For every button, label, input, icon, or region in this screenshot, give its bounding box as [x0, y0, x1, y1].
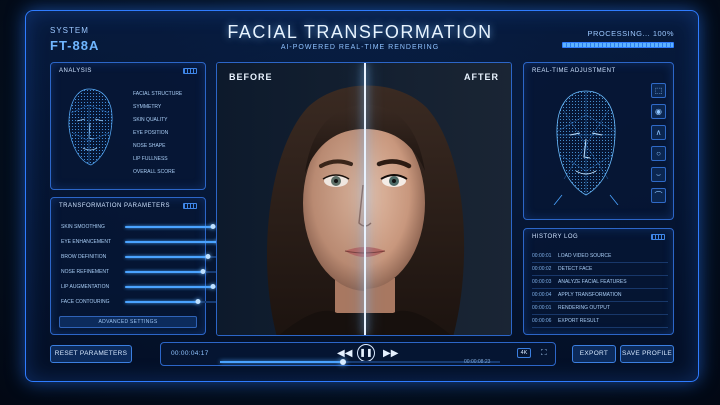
analysis-panel: ANALYSIS FACIAL STRUCTURE92.6%SYMMETRY89… [50, 62, 251, 190]
history-action: RENDERING OUTPUT [558, 305, 610, 311]
contour-icon[interactable]: ○ [651, 146, 666, 161]
param-label: FACE CONTOURING [61, 299, 110, 305]
param-slider-knob[interactable] [205, 254, 211, 259]
history-time: 00:00:06 [532, 318, 552, 324]
param-label: BROW DEFINITION [61, 254, 107, 260]
metric-label: SYMMETRY [133, 104, 162, 110]
comparison-divider[interactable] [364, 63, 366, 335]
history-time: 00:00:01 [532, 305, 552, 311]
history-panel: HISTORY LOG 00:00:01 LOAD VIDEO SOURCE 00:… [523, 228, 674, 335]
quality-badge[interactable]: 4K [517, 348, 531, 358]
param-slider-fill [125, 226, 214, 228]
param-slider-track[interactable] [125, 239, 229, 244]
history-entry[interactable]: 00:00:04 APPLY TRANSFORMATION [532, 292, 668, 298]
param-slider-track[interactable] [125, 254, 229, 259]
param-slider-track[interactable] [125, 299, 229, 304]
param-slider-track[interactable] [125, 269, 229, 274]
adjustment-panel: REAL-TIME ADJUSTMENT ⬚ ◉ ∧ ○ ⌣ ⌒ [523, 62, 674, 220]
param-slider-fill [125, 256, 209, 258]
lips-icon[interactable]: ⌣ [651, 167, 666, 182]
history-entry[interactable]: 00:00:01 RENDERING OUTPUT [532, 305, 668, 311]
playback-progress-fill [220, 361, 344, 363]
metric-label: NOSE SHAPE [133, 143, 166, 149]
eye-icon[interactable]: ◉ [651, 104, 666, 119]
history-divider [532, 327, 668, 328]
fast-forward-icon[interactable]: ▶▶ [383, 347, 398, 361]
transformation-title: TRANSFORMATION PARAMETERS [59, 203, 170, 209]
analysis-title: ANALYSIS [59, 68, 92, 74]
system-label: SYSTEM [50, 26, 89, 35]
history-divider [532, 275, 668, 276]
param-slider-fill [125, 271, 203, 273]
fullscreen-icon[interactable]: ⛶ [541, 348, 547, 358]
pause-icon[interactable]: ❚❚ [357, 344, 375, 362]
param-label: NOSE REFINEMENT [61, 269, 110, 275]
history-time: 00:00:03 [532, 279, 552, 285]
param-slider-track[interactable] [125, 284, 229, 289]
comparison-viewer: BEFORE AFTER [216, 62, 512, 336]
history-divider [532, 262, 668, 263]
face-wireframe-icon [68, 88, 113, 166]
history-entry[interactable]: 00:00:02 DETECT FACE [532, 266, 668, 272]
metric-label: OVERALL SCORE [133, 169, 176, 175]
history-action: ANALYZE FACIAL FEATURES [558, 279, 627, 285]
before-label: BEFORE [229, 72, 273, 82]
history-entry[interactable]: 00:00:03 ANALYZE FACIAL FEATURES [532, 279, 668, 285]
processing-bar-fill [563, 43, 673, 47]
param-slider-fill [125, 301, 198, 303]
param-label: SKIN SMOOTHING [61, 224, 105, 230]
history-action: LOAD VIDEO SOURCE [558, 253, 612, 259]
face-scan-icon[interactable]: ⬚ [651, 83, 666, 98]
history-entry[interactable]: 00:00:06 EXPORT RESULT [532, 318, 668, 324]
system-id: FT-88A [50, 38, 100, 53]
nose-icon[interactable]: ∧ [651, 125, 666, 140]
history-divider [532, 288, 668, 289]
history-title: HISTORY LOG [532, 234, 579, 240]
transformation-panel: TRANSFORMATION PARAMETERS SKIN SMOOTHING… [50, 197, 245, 335]
param-slider-knob[interactable] [200, 269, 206, 274]
current-time: 00:00:04:17 [171, 350, 209, 357]
history-divider [532, 301, 668, 302]
playback-scrubber[interactable] [340, 359, 347, 365]
param-slider-fill [125, 286, 214, 288]
param-slider-track[interactable] [125, 224, 229, 229]
reset-parameters-button[interactable]: RESET PARAMETERS [50, 345, 132, 363]
face-mesh-icon [553, 90, 619, 205]
history-time: 00:00:01 [532, 253, 552, 259]
metric-label: SKIN QUALITY [133, 117, 168, 123]
export-button[interactable]: EXPORT [572, 345, 616, 363]
playback-progress-track[interactable] [220, 361, 500, 363]
processing-status: PROCESSING... 100% [587, 29, 674, 38]
after-label: AFTER [464, 72, 499, 82]
panel-menu-icon[interactable] [651, 234, 665, 240]
end-time: 00:00:08:23 [464, 359, 491, 365]
param-label: LIP AUGMENTATION [61, 284, 110, 290]
history-divider [532, 314, 668, 315]
panel-menu-icon[interactable] [183, 68, 197, 74]
history-time: 00:00:02 [532, 266, 552, 272]
param-slider-knob[interactable] [195, 299, 201, 304]
adjustment-title: REAL-TIME ADJUSTMENT [532, 68, 616, 74]
panel-menu-icon[interactable] [183, 203, 197, 209]
page-subtitle: AI-POWERED REAL-TIME RENDERING [280, 44, 440, 51]
metric-label: EYE POSITION [133, 130, 169, 136]
page-title: FACIAL TRANSFORMATION [227, 22, 493, 42]
param-label: EYE ENHANCEMENT [61, 239, 112, 245]
history-action: DETECT FACE [558, 266, 593, 272]
metric-label: FACIAL STRUCTURE [133, 91, 183, 97]
history-time: 00:00:04 [532, 292, 552, 298]
param-slider-fill [125, 241, 219, 243]
processing-bar [562, 42, 674, 48]
history-action: APPLY TRANSFORMATION [558, 292, 622, 298]
advanced-settings-button[interactable]: ADVANCED SETTINGS [59, 316, 197, 328]
history-entry[interactable]: 00:00:01 LOAD VIDEO SOURCE [532, 253, 668, 259]
save-profile-button[interactable]: SAVE PROFILE [620, 345, 674, 363]
history-action: EXPORT RESULT [558, 318, 600, 324]
metric-label: LIP FULLNESS [133, 156, 168, 162]
brow-icon[interactable]: ⌒ [651, 188, 666, 203]
